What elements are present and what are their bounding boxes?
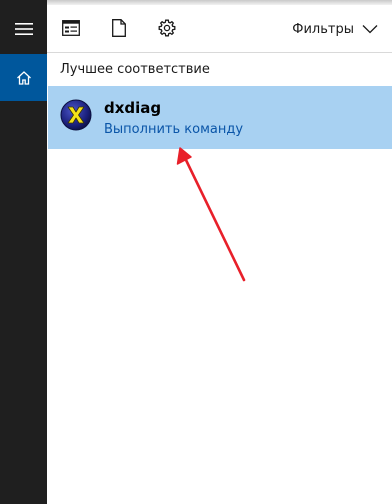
best-match-heading: Лучшее соответствие xyxy=(60,62,210,77)
apps-icon xyxy=(62,20,80,36)
documents-filter-button[interactable] xyxy=(107,16,131,40)
dxdiag-icon xyxy=(60,99,92,131)
run-command-label: Выполнить команду xyxy=(104,122,244,137)
result-title: dxdiag xyxy=(104,99,162,117)
gear-icon xyxy=(158,19,176,37)
search-panel: Фильтры Лучшее соответствие dxdiag Выпол… xyxy=(0,0,392,504)
filters-label: Фильтры xyxy=(292,21,354,37)
filters-dropdown[interactable]: Фильтры xyxy=(292,18,378,40)
sidebar-rail xyxy=(0,0,47,504)
settings-filter-button[interactable] xyxy=(155,16,179,40)
toolbar-top-edge xyxy=(47,0,392,5)
apps-filter-button[interactable] xyxy=(59,16,83,40)
home-icon xyxy=(16,70,31,85)
menu-button[interactable] xyxy=(0,6,47,52)
chevron-down-icon xyxy=(362,25,378,34)
document-icon xyxy=(112,19,126,37)
best-match-result[interactable]: dxdiag Выполнить команду xyxy=(48,86,392,149)
toolbar-divider xyxy=(47,52,392,53)
search-toolbar: Фильтры xyxy=(47,0,392,52)
hamburger-menu-icon xyxy=(14,23,33,35)
home-button[interactable] xyxy=(0,54,47,101)
